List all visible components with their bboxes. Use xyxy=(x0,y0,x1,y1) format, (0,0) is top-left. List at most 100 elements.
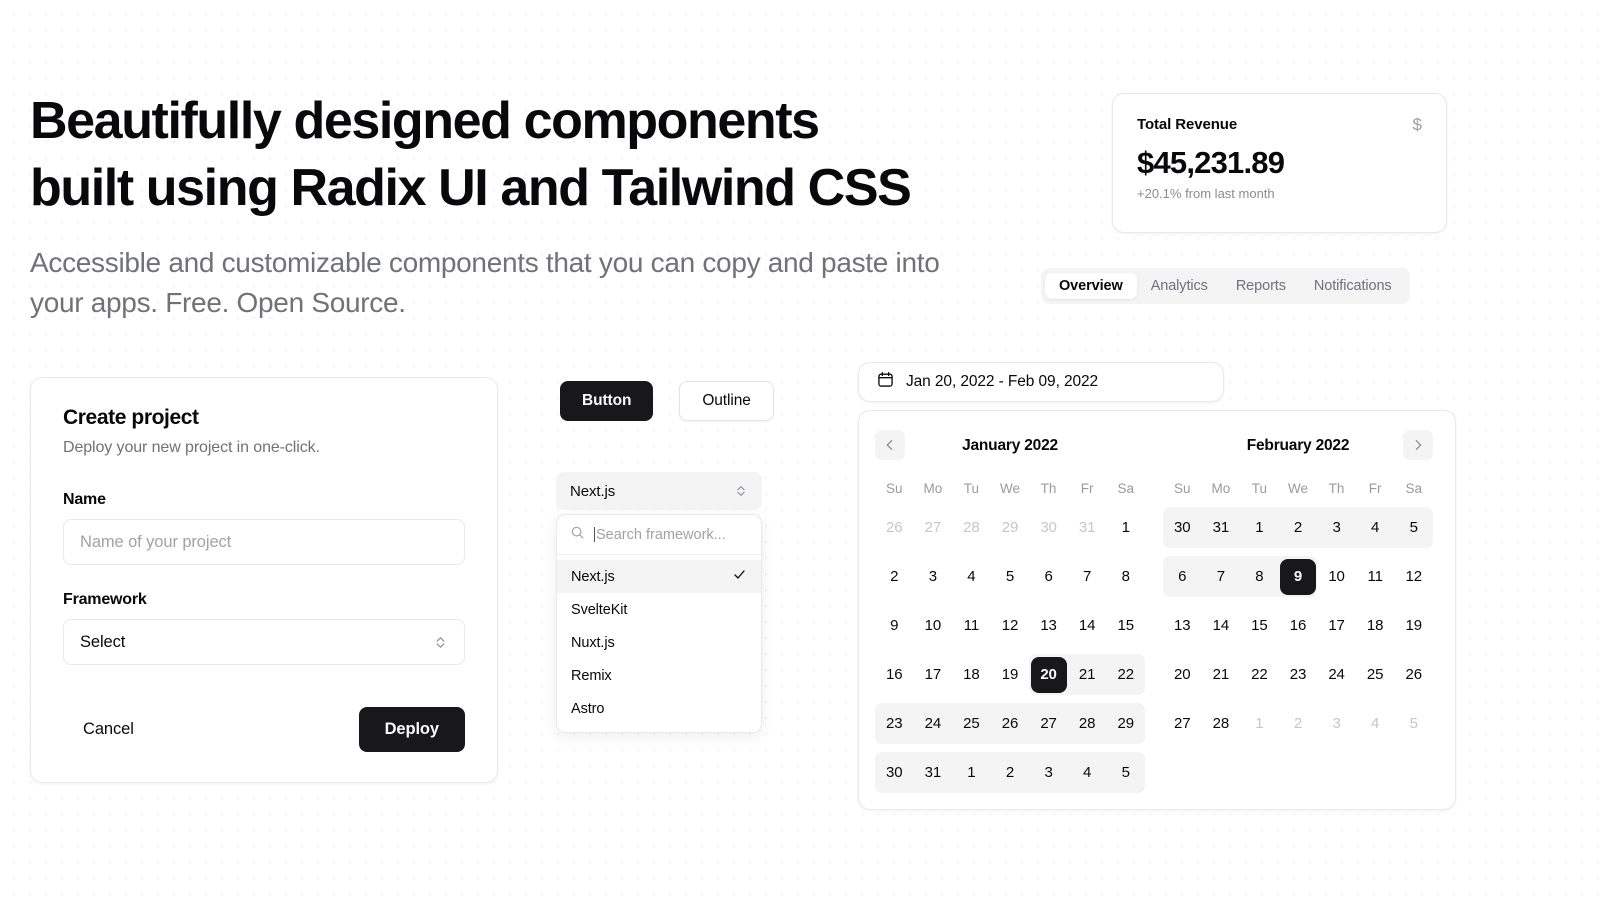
calendar-day[interactable]: 15 xyxy=(1106,601,1145,650)
tab-notifications[interactable]: Notifications xyxy=(1300,273,1406,299)
calendar-day[interactable]: 2 xyxy=(991,748,1030,797)
calendar-day[interactable]: 14 xyxy=(1202,601,1241,650)
calendar-day[interactable]: 24 xyxy=(914,699,953,748)
framework-select[interactable]: Select xyxy=(63,619,465,665)
calendar-day[interactable]: 25 xyxy=(952,699,991,748)
combo-option-astro[interactable]: Astro xyxy=(557,692,761,725)
search-icon xyxy=(570,525,585,545)
calendar-day[interactable]: 18 xyxy=(1356,601,1395,650)
calendar-day[interactable]: 6 xyxy=(1029,552,1068,601)
calendar-day[interactable]: 20 xyxy=(1163,650,1202,699)
calendar-day[interactable]: 10 xyxy=(914,601,953,650)
calendar-day[interactable]: 3 xyxy=(1317,503,1356,552)
tab-reports[interactable]: Reports xyxy=(1222,273,1300,299)
calendar-day[interactable]: 31 xyxy=(1068,503,1107,552)
calendar-day[interactable]: 4 xyxy=(1356,699,1395,748)
combo-option-sveltekit[interactable]: SvelteKit xyxy=(557,593,761,626)
calendar-day[interactable]: 23 xyxy=(1279,650,1318,699)
calendar-day[interactable]: 26 xyxy=(1394,650,1433,699)
calendar-day[interactable]: 1 xyxy=(1240,503,1279,552)
calendar-day[interactable]: 7 xyxy=(1068,552,1107,601)
tab-overview[interactable]: Overview xyxy=(1045,273,1137,299)
calendar-day[interactable]: 24 xyxy=(1317,650,1356,699)
calendar-day[interactable]: 27 xyxy=(1029,699,1068,748)
calendar-day[interactable]: 2 xyxy=(1279,699,1318,748)
calendar-day[interactable]: 18 xyxy=(952,650,991,699)
calendar-day[interactable]: 25 xyxy=(1356,650,1395,699)
deploy-button[interactable]: Deploy xyxy=(358,707,465,752)
calendar-day[interactable]: 10 xyxy=(1317,552,1356,601)
calendar-day[interactable]: 27 xyxy=(1163,699,1202,748)
calendar-day[interactable]: 29 xyxy=(991,503,1030,552)
calendar-day[interactable]: 29 xyxy=(1106,699,1145,748)
calendar-day[interactable]: 22 xyxy=(1106,650,1145,699)
calendar-day[interactable]: 19 xyxy=(991,650,1030,699)
calendar-day[interactable]: 28 xyxy=(1068,699,1107,748)
calendar-day[interactable]: 31 xyxy=(1202,503,1241,552)
framework-combobox-trigger[interactable]: Next.js xyxy=(556,472,762,510)
calendar-day[interactable]: 30 xyxy=(1163,503,1202,552)
calendar-day[interactable]: 8 xyxy=(1240,552,1279,601)
calendar-day[interactable]: 13 xyxy=(1029,601,1068,650)
calendar-day[interactable]: 4 xyxy=(1068,748,1107,797)
calendar-day[interactable]: 9 xyxy=(1279,552,1318,601)
calendar-day[interactable]: 11 xyxy=(952,601,991,650)
tab-analytics[interactable]: Analytics xyxy=(1137,273,1222,299)
calendar-day[interactable]: 12 xyxy=(991,601,1030,650)
calendar-day[interactable]: 5 xyxy=(1394,503,1433,552)
calendar-day[interactable]: 4 xyxy=(952,552,991,601)
calendar-day[interactable]: 17 xyxy=(914,650,953,699)
calendar-day[interactable]: 3 xyxy=(914,552,953,601)
calendar-day[interactable]: 2 xyxy=(1279,503,1318,552)
date-range-picker-trigger[interactable]: Jan 20, 2022 - Feb 09, 2022 xyxy=(858,362,1224,402)
cancel-button[interactable]: Cancel xyxy=(63,708,154,751)
calendar-day[interactable]: 4 xyxy=(1356,503,1395,552)
calendar-day[interactable]: 5 xyxy=(1106,748,1145,797)
calendar-day[interactable]: 26 xyxy=(875,503,914,552)
next-month-button[interactable] xyxy=(1403,430,1433,460)
combo-option-nuxtjs[interactable]: Nuxt.js xyxy=(557,626,761,659)
calendar-day[interactable]: 26 xyxy=(991,699,1030,748)
calendar-day[interactable]: 19 xyxy=(1394,601,1433,650)
calendar-day[interactable]: 28 xyxy=(1202,699,1241,748)
calendar-day[interactable]: 1 xyxy=(1106,503,1145,552)
calendar-day[interactable]: 16 xyxy=(875,650,914,699)
calendar-day[interactable]: 5 xyxy=(991,552,1030,601)
combo-option-nextjs[interactable]: Next.js xyxy=(557,560,761,593)
calendar-day[interactable]: 11 xyxy=(1356,552,1395,601)
prev-month-button[interactable] xyxy=(875,430,905,460)
calendar-day[interactable]: 1 xyxy=(952,748,991,797)
calendar-day[interactable]: 13 xyxy=(1163,601,1202,650)
combo-option-remix[interactable]: Remix xyxy=(557,659,761,692)
calendar-day[interactable]: 31 xyxy=(914,748,953,797)
calendar-day[interactable]: 21 xyxy=(1068,650,1107,699)
calendar-day[interactable]: 6 xyxy=(1163,552,1202,601)
calendar-day[interactable]: 27 xyxy=(914,503,953,552)
calendar-day[interactable]: 15 xyxy=(1240,601,1279,650)
calendar-day[interactable]: 8 xyxy=(1106,552,1145,601)
calendar-day[interactable]: 9 xyxy=(875,601,914,650)
calendar-day[interactable]: 2 xyxy=(875,552,914,601)
calendar-day[interactable]: 16 xyxy=(1279,601,1318,650)
calendar-day[interactable]: 7 xyxy=(1202,552,1241,601)
calendar-week-row: 30 31 1 2 3 4 5 xyxy=(875,748,1145,797)
calendar-day[interactable]: 1 xyxy=(1240,699,1279,748)
calendar-day[interactable]: 21 xyxy=(1202,650,1241,699)
framework-search-input[interactable]: Search framework... xyxy=(594,526,726,543)
project-name-input[interactable]: Name of your project xyxy=(63,519,465,565)
calendar-day[interactable]: 5 xyxy=(1394,699,1433,748)
calendar-day[interactable]: 14 xyxy=(1068,601,1107,650)
calendar-day[interactable]: 30 xyxy=(875,748,914,797)
calendar-day[interactable]: 3 xyxy=(1029,748,1068,797)
calendar-day[interactable]: 17 xyxy=(1317,601,1356,650)
calendar-day[interactable]: 12 xyxy=(1394,552,1433,601)
framework-search-row[interactable]: Search framework... xyxy=(557,515,761,555)
primary-button[interactable]: Button xyxy=(560,381,654,421)
calendar-day[interactable]: 3 xyxy=(1317,699,1356,748)
calendar-day[interactable]: 30 xyxy=(1029,503,1068,552)
calendar-day[interactable]: 23 xyxy=(875,699,914,748)
calendar-day[interactable]: 22 xyxy=(1240,650,1279,699)
calendar-day[interactable]: 28 xyxy=(952,503,991,552)
calendar-day[interactable]: 20 xyxy=(1029,650,1068,699)
outline-button[interactable]: Outline xyxy=(679,381,774,421)
